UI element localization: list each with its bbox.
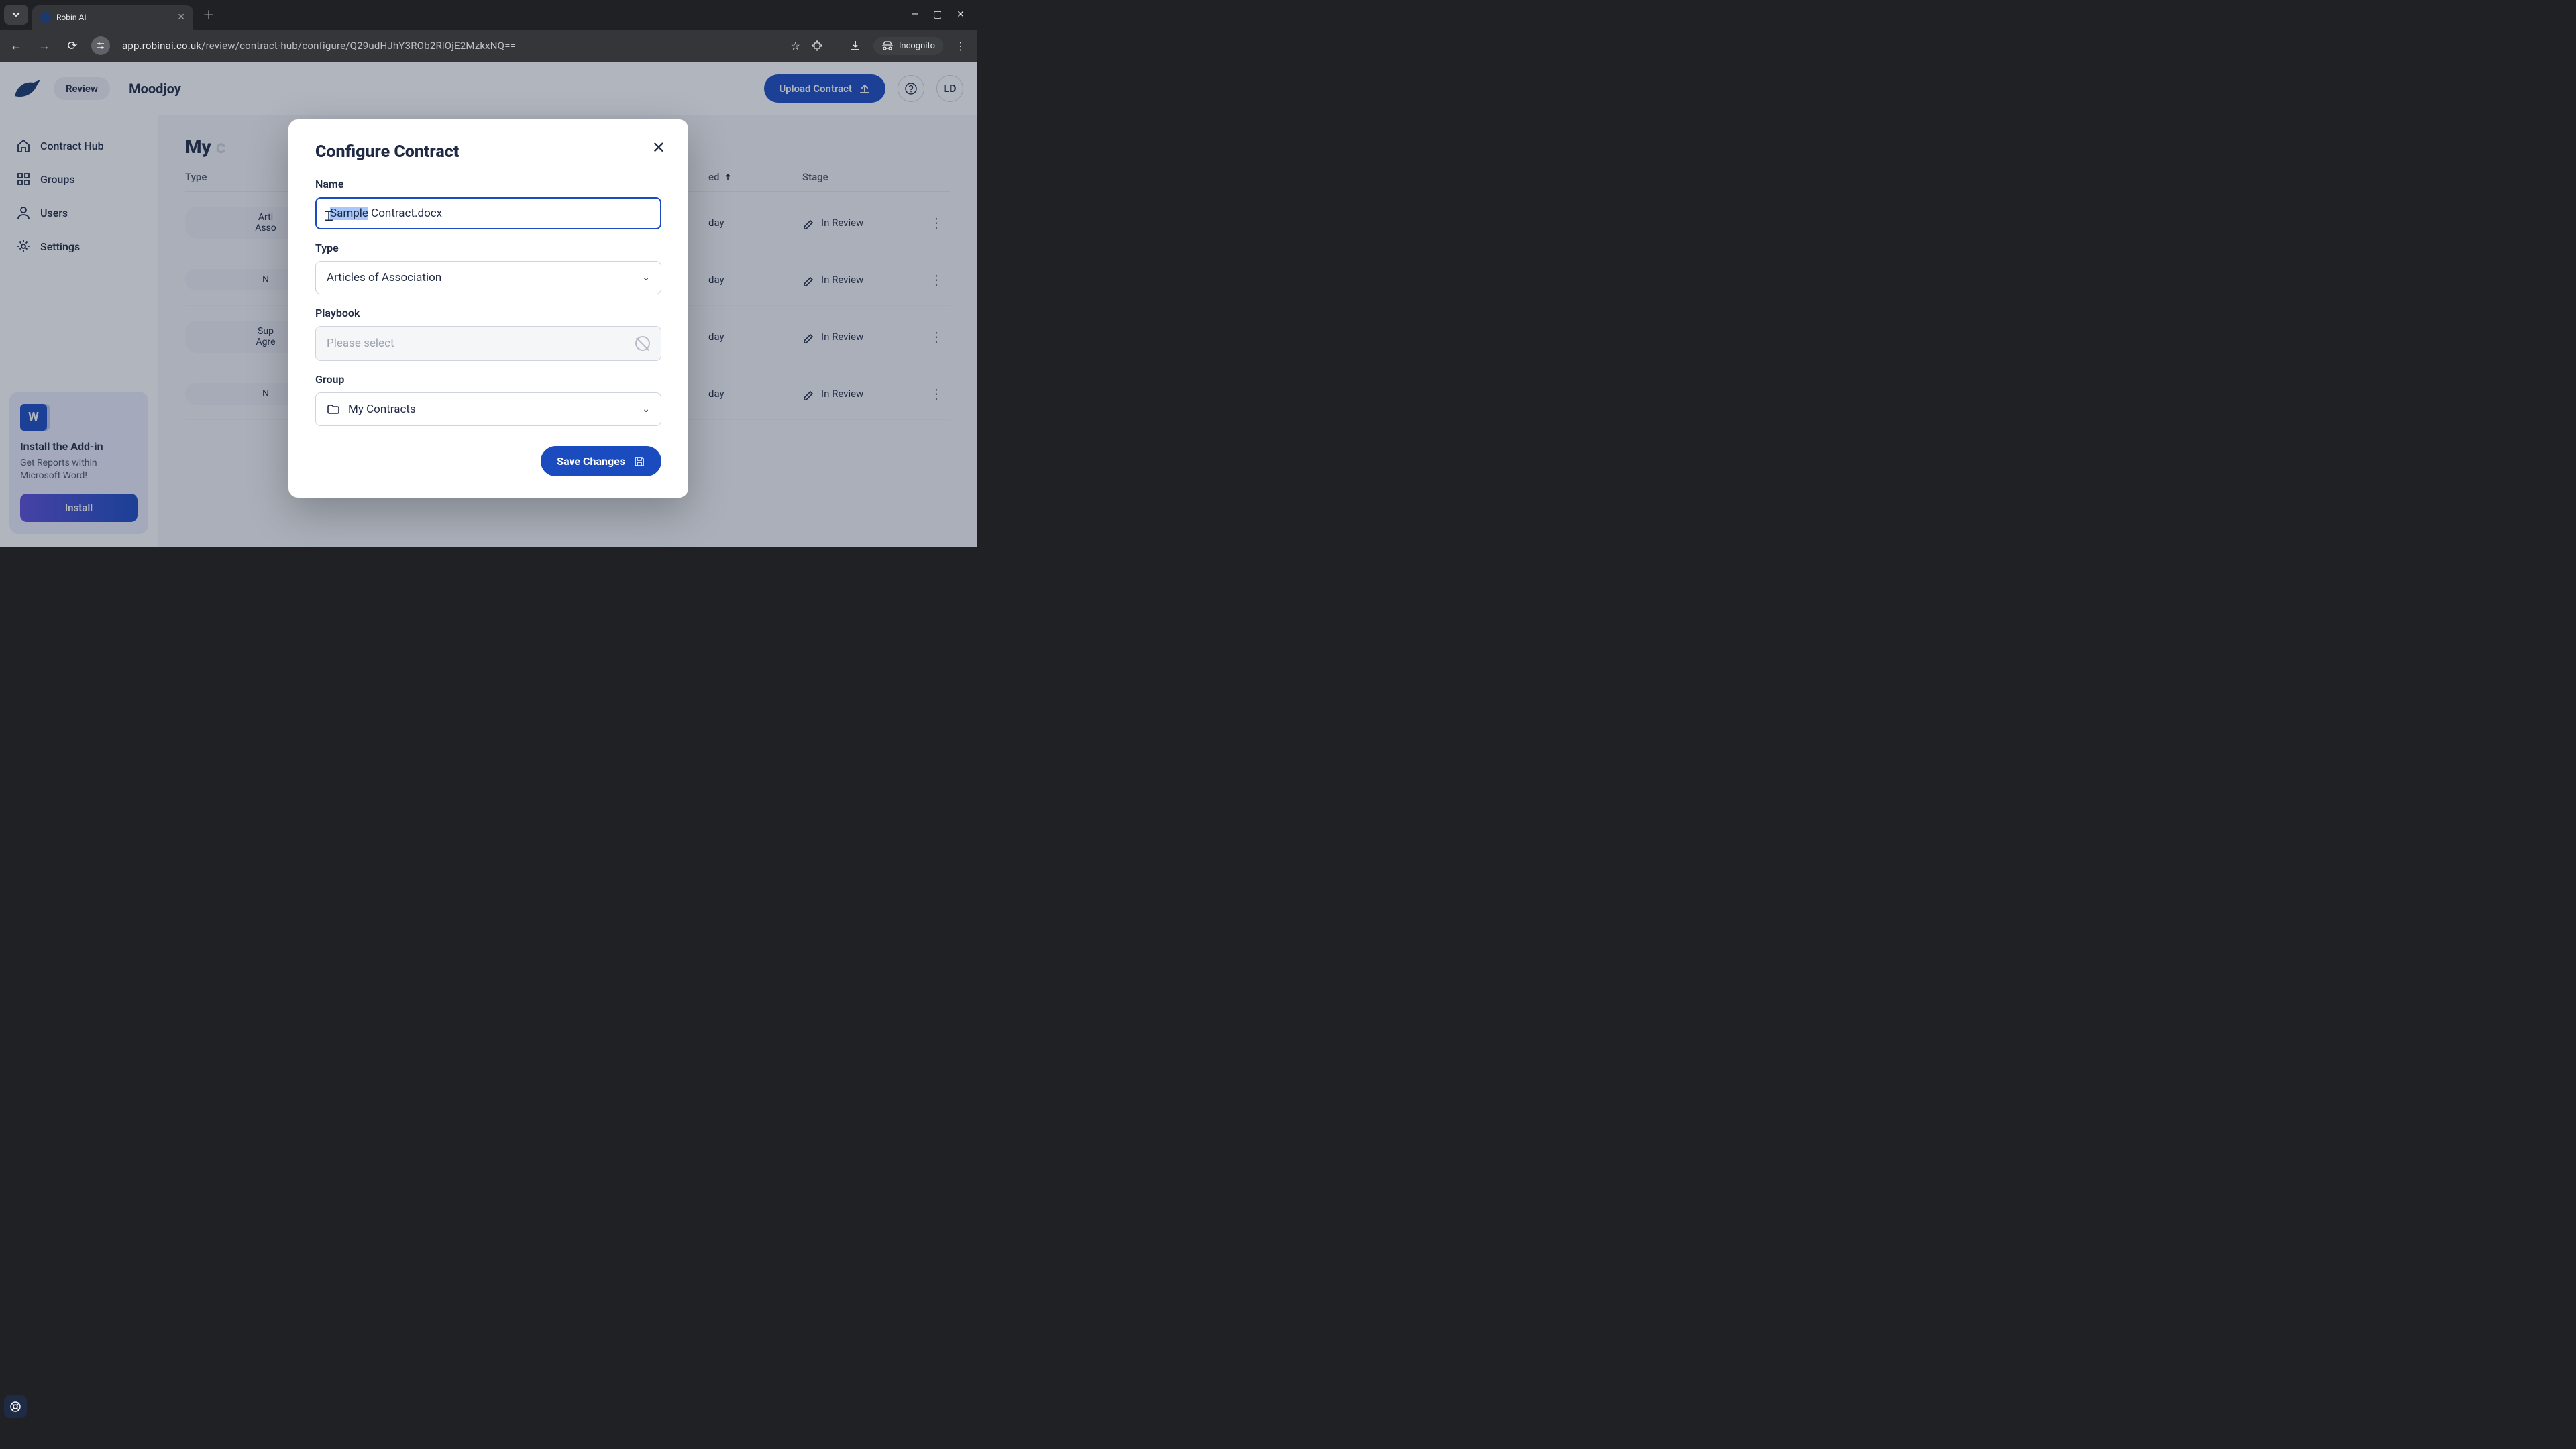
save-changes-button[interactable]: Save Changes — [541, 446, 661, 476]
incognito-icon — [881, 41, 894, 50]
playbook-select: Please select — [315, 326, 661, 361]
browser-menu-button[interactable]: ⋮ — [955, 40, 966, 52]
browser-forward-button: → — [35, 39, 54, 53]
modal-title: Configure Contract — [315, 142, 661, 162]
playbook-field-label: Playbook — [315, 307, 661, 319]
browser-tab[interactable]: Robin AI ✕ — [32, 5, 193, 30]
chevron-down-icon — [12, 11, 20, 19]
site-info-button[interactable] — [91, 36, 110, 55]
name-field-label: Name — [315, 178, 661, 191]
window-controls: — ▢ ✕ — [911, 9, 977, 20]
window-minimize-button[interactable]: — — [911, 9, 918, 20]
downloads-button[interactable] — [849, 40, 861, 52]
folder-icon — [327, 402, 340, 416]
window-close-button[interactable]: ✕ — [957, 9, 965, 20]
tab-title: Robin AI — [56, 13, 172, 22]
chevron-down-icon: ⌄ — [642, 272, 650, 283]
group-field-label: Group — [315, 373, 661, 386]
type-select[interactable]: Articles of Association ⌄ — [315, 261, 661, 294]
modal-overlay[interactable]: Configure Contract ✕ Name Ꮖ Sample Contr… — [0, 62, 977, 547]
puzzle-icon — [812, 40, 824, 52]
modal-close-button[interactable]: ✕ — [652, 138, 665, 157]
extensions-button[interactable] — [812, 40, 824, 52]
group-select[interactable]: My Contracts ⌄ — [315, 392, 661, 426]
disabled-icon — [635, 336, 650, 351]
lifebuoy-icon — [9, 1401, 21, 1413]
window-maximize-button[interactable]: ▢ — [933, 9, 942, 20]
browser-tab-strip: Robin AI ✕ ＋ — ▢ ✕ — [0, 0, 977, 30]
browser-back-button[interactable]: ← — [7, 39, 25, 53]
incognito-indicator[interactable]: Incognito — [873, 37, 943, 55]
new-tab-button[interactable]: ＋ — [203, 6, 215, 23]
address-bar[interactable]: app.robinai.co.uk/review/contract-hub/co… — [122, 40, 782, 52]
download-icon — [849, 40, 861, 52]
chevron-down-icon: ⌄ — [642, 404, 650, 415]
tab-close-button[interactable]: ✕ — [177, 12, 185, 23]
tune-icon — [96, 41, 105, 50]
tab-search-button[interactable] — [4, 5, 28, 25]
tab-favicon — [40, 12, 51, 23]
browser-reload-button[interactable]: ⟳ — [63, 39, 82, 53]
browser-toolbar: ← → ⟳ app.robinai.co.uk/review/contract-… — [0, 30, 977, 62]
configure-contract-modal: Configure Contract ✕ Name Ꮖ Sample Contr… — [288, 119, 688, 498]
support-fab[interactable] — [4, 1395, 27, 1418]
name-input[interactable]: Ꮖ Sample Contract.docx — [315, 197, 661, 229]
save-icon — [633, 455, 645, 468]
bookmark-button[interactable]: ☆ — [791, 40, 800, 52]
type-field-label: Type — [315, 241, 661, 254]
text-cursor-icon: Ꮖ — [325, 208, 333, 224]
app-root: Review Moodjoy Upload Contract LD Contra… — [0, 62, 977, 547]
